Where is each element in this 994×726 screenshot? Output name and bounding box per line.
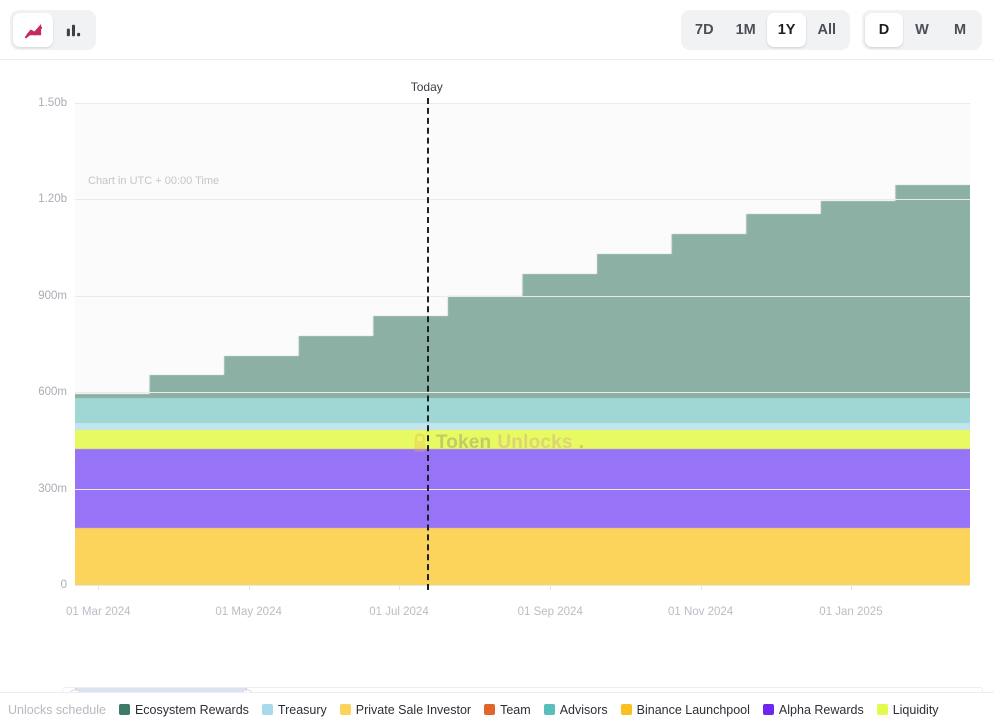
legend-item[interactable]: Ecosystem Rewards [119,703,249,717]
legend-item-label: Binance Launchpool [637,703,750,717]
legend-item[interactable]: Advisors [544,703,608,717]
x-axis-tick-label: 01 Jan 2025 [819,606,882,618]
y-axis-tick-label: 1.20b [38,193,67,205]
interval-btn-w[interactable]: W [903,13,941,47]
gridline [75,489,970,490]
legend-item-label: Treasury [278,703,327,717]
legend-item-label: Ecosystem Rewards [135,703,249,717]
gridline [75,392,970,393]
legend-item-label: Alpha Rewards [779,703,864,717]
range-btn-1m[interactable]: 1M [725,13,767,47]
x-axis-line [75,585,970,586]
toolbar-right-controls: 7D1M1YAll DWM [681,10,982,50]
legend-item[interactable]: Liquidity [877,703,939,717]
legend-swatch [119,704,130,715]
legend-item-label: Liquidity [893,703,939,717]
legend-item[interactable]: Private Sale Investor [340,703,471,717]
today-marker-line [427,98,429,590]
legend-title: Unlocks schedule [8,703,106,717]
chart-legend: Unlocks schedule Ecosystem Rewards Treasu… [0,692,994,726]
utc-note: Chart in UTC + 00:00 Time [88,175,219,187]
range-btn-1y[interactable]: 1Y [767,13,807,47]
interval-btn-m[interactable]: M [941,13,979,47]
x-axis-tick-label: 01 Jul 2024 [369,606,428,618]
chart-area: 1.50b 1.20b 900m 600m 300m 0 01 Mar 2024 01 Ma… [0,60,994,726]
range-btn-all[interactable]: All [806,13,847,47]
time-range-group: 7D1M1YAll [681,10,850,50]
y-axis-tick-label: 300m [38,483,67,495]
x-axis-tick-label: 01 Mar 2024 [66,606,131,618]
legend-item[interactable]: Team [484,703,531,717]
interval-btn-d[interactable]: D [865,13,903,47]
legend-item-label: Advisors [560,703,608,717]
today-marker-label: Today [411,80,443,94]
y-axis-tick-label: 1.50b [38,97,67,109]
legend-items: Ecosystem Rewards Treasury Private Sale In… [119,703,939,717]
range-btn-7d[interactable]: 7D [684,13,725,47]
legend-item-label: Private Sale Investor [356,703,471,717]
legend-swatch [877,704,888,715]
top-toolbar: 7D1M1YAll DWM [0,0,994,60]
chart-type-toggle-group [10,10,96,50]
gridline [75,199,970,200]
legend-item[interactable]: Treasury [262,703,327,717]
area-chart-toggle[interactable] [13,13,53,47]
legend-swatch [484,704,495,715]
legend-swatch [262,704,273,715]
legend-swatch [621,704,632,715]
x-axis-tick-label: 01 Sep 2024 [518,606,583,618]
legend-swatch [763,704,774,715]
x-axis-tick-label: 01 Nov 2024 [668,606,733,618]
bar-chart-icon [64,21,83,40]
bar-chart-toggle[interactable] [53,13,93,47]
legend-item[interactable]: Alpha Rewards [763,703,864,717]
interval-group: DWM [862,10,982,50]
x-axis-tick-label: 01 May 2024 [215,606,282,618]
legend-swatch [544,704,555,715]
y-axis-tick-label: 0 [61,579,67,591]
y-axis-tick-label: 900m [38,290,67,302]
y-axis-tick-label: 600m [38,386,67,398]
legend-item[interactable]: Binance Launchpool [621,703,750,717]
gridline [75,103,970,104]
legend-swatch [340,704,351,715]
legend-item-label: Team [500,703,531,717]
area-chart-icon [24,21,43,40]
gridline [75,296,970,297]
